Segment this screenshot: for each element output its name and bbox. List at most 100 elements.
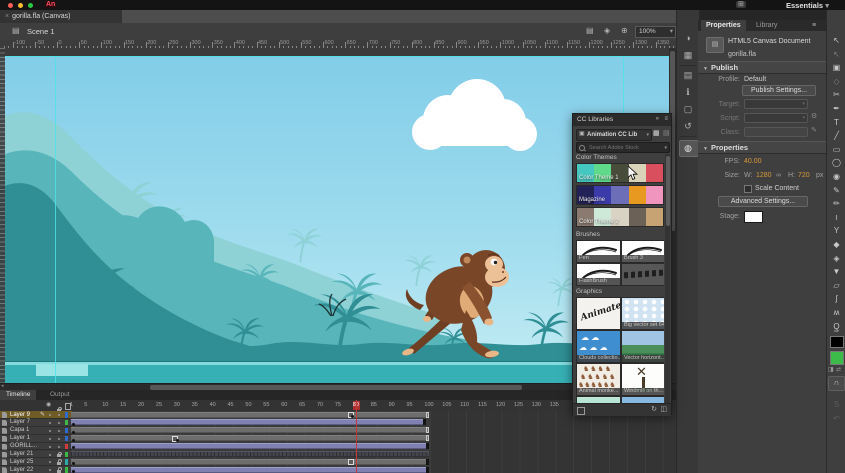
document-tab[interactable]: × gorilla.fla (Canvas) — [0, 10, 122, 23]
frame-span[interactable] — [71, 458, 430, 465]
traffic-minimize-button[interactable] — [18, 3, 23, 8]
sync-icon[interactable]: ↻ — [651, 406, 657, 413]
graphic-item[interactable]: Vector horizont... — [621, 330, 664, 363]
layer-visibility-dot[interactable] — [49, 421, 51, 424]
layer-lock-icon[interactable] — [57, 467, 62, 473]
color-theme-item[interactable]: Color Theme 1 — [576, 163, 664, 183]
text-tool[interactable]: T — [827, 118, 845, 127]
paint-brush-tool[interactable]: ✏ — [827, 199, 845, 208]
publish-section-header[interactable]: ▼ Publish — [698, 61, 826, 74]
tab-properties[interactable]: Properties — [701, 20, 746, 31]
height-value[interactable]: 720 — [798, 172, 810, 179]
layer-lock-dot[interactable] — [57, 437, 60, 440]
close-tab-icon[interactable]: × — [5, 13, 9, 20]
rectangle-tool[interactable]: ▭ — [827, 145, 845, 154]
panel-menu-icon[interactable]: ≡ — [664, 116, 668, 122]
cc-libraries-header[interactable]: CC Libraries » ≡ — [573, 114, 671, 126]
advanced-settings-button[interactable]: Advanced Settings... — [718, 196, 808, 207]
swap-colors-icon[interactable]: ⇄ — [836, 366, 841, 373]
frame-span[interactable] — [71, 411, 430, 418]
graphic-item[interactable] — [576, 396, 621, 403]
brush-item[interactable]: FlashBrush — [576, 263, 621, 286]
timeline-layer-row[interactable]: Layer 22 — [0, 466, 676, 473]
paint-bucket-tool[interactable]: ◆ — [827, 240, 845, 249]
scale-content-checkbox[interactable] — [744, 185, 752, 193]
graphic-item[interactable]: Big vector set 64... — [621, 297, 664, 330]
stage-color-swatch[interactable] — [744, 211, 763, 223]
brush-item[interactable]: Pen — [576, 240, 621, 263]
object-drawing-icon[interactable]: S — [827, 400, 845, 409]
layer-lock-dot[interactable] — [57, 429, 60, 432]
tab-timeline[interactable]: Timeline — [0, 390, 37, 400]
layer-visibility-dot[interactable] — [49, 453, 51, 456]
timeline-layer-row[interactable]: Layer 1 — [0, 434, 676, 443]
gradient-transform-tool[interactable]: ◇ — [827, 77, 845, 86]
frame-span[interactable] — [71, 466, 430, 473]
frame-span[interactable] — [71, 443, 430, 450]
theme-swatch[interactable] — [645, 164, 663, 182]
bone-tool[interactable]: Y — [827, 226, 845, 235]
layer-lock-dot[interactable] — [57, 414, 60, 416]
screen-share-icon[interactable]: ⊞ — [736, 1, 746, 8]
scene-breadcrumb[interactable]: Scene 1 — [27, 27, 55, 36]
frame-span[interactable] — [71, 451, 430, 457]
keyframe-marker[interactable] — [175, 438, 179, 442]
cc-scrollbar[interactable] — [665, 154, 670, 403]
theme-swatch[interactable] — [628, 186, 646, 204]
width-tool[interactable]: ∫ — [827, 294, 845, 303]
align-panel-icon[interactable]: ▤ — [677, 70, 699, 81]
layer-outline-chip[interactable] — [65, 412, 68, 418]
color-theme-item[interactable]: Magazine — [576, 185, 664, 205]
layer-lock-icon[interactable] — [57, 459, 62, 465]
swatches-panel-icon[interactable]: ▦ — [677, 50, 699, 61]
layer-lock-dot[interactable] — [57, 421, 60, 424]
library-selector[interactable]: ▣ Animation CC Lib ▾ — [576, 129, 652, 141]
graphic-item[interactable] — [621, 396, 664, 403]
playhead-line[interactable] — [355, 400, 357, 473]
search-input[interactable] — [587, 143, 661, 152]
stroke-color-swatch[interactable] — [830, 336, 844, 348]
keyframe-marker[interactable] — [347, 459, 354, 466]
hand-tool[interactable]: ʍ — [827, 308, 845, 317]
cc-libraries-panel-icon[interactable]: ◍ — [677, 143, 699, 154]
collapse-panel-icon[interactable]: » — [656, 116, 659, 122]
fps-value[interactable]: 40.00 — [744, 158, 762, 165]
transform-panel-icon[interactable]: ▢ — [677, 104, 699, 115]
layer-visibility-dot[interactable] — [49, 445, 51, 448]
line-tool[interactable]: ╱ — [827, 131, 845, 140]
keyframe-marker[interactable] — [72, 422, 75, 426]
timeline-layer-row[interactable]: Layer 7 — [0, 418, 676, 427]
eraser-tool[interactable]: ▱ — [827, 281, 845, 290]
primitive-oval-tool[interactable]: ◉ — [827, 172, 845, 181]
brush-item[interactable]: Brush 3 — [621, 240, 664, 263]
layer-visibility-dot[interactable] — [49, 437, 51, 440]
layer-outline-chip[interactable] — [65, 427, 68, 434]
keyframe-marker[interactable] — [72, 438, 75, 442]
frame-span[interactable] — [71, 427, 430, 434]
width-value[interactable]: 1280 — [756, 172, 772, 179]
theme-swatch[interactable] — [645, 208, 663, 226]
eyedropper-tool[interactable]: ▼ — [827, 267, 845, 276]
layer-outline-chip[interactable] — [65, 435, 68, 442]
center-frame-icon[interactable]: ⊕ — [621, 27, 628, 35]
tab-output[interactable]: Output — [46, 390, 74, 400]
pen-tool[interactable]: ✒ — [827, 104, 845, 113]
timeline-layer-row[interactable]: Layer 21 — [0, 450, 676, 459]
edit-symbols-icon[interactable]: ◈ — [604, 27, 610, 35]
fill-color-swatch[interactable] — [830, 351, 844, 365]
theme-swatch[interactable] — [628, 208, 646, 226]
graphic-item[interactable]: Animate — [576, 297, 621, 330]
traffic-close-button[interactable] — [8, 3, 13, 8]
zoom-level-dropdown[interactable]: 100% ▾ — [635, 26, 676, 38]
traffic-zoom-button[interactable] — [28, 3, 33, 8]
layer-visibility-dot[interactable] — [49, 414, 51, 416]
oval-tool[interactable]: ◯ — [827, 158, 845, 167]
graphic-item[interactable]: ♞♞♞♞ ♞♞♞♞♞ ♞♞♞♞♞♞ Animal monke... — [576, 363, 621, 396]
layer-lock-icon[interactable] — [57, 451, 62, 457]
scrollbar-thumb[interactable] — [665, 156, 670, 226]
layer-outline-chip[interactable] — [65, 467, 68, 473]
new-library-item-icon[interactable] — [577, 407, 585, 415]
free-transform-tool[interactable]: ▣ — [827, 63, 845, 72]
ink-bottle-tool[interactable]: ◈ — [827, 254, 845, 263]
graphic-item[interactable]: ✕ Windmill on th... — [621, 363, 664, 396]
